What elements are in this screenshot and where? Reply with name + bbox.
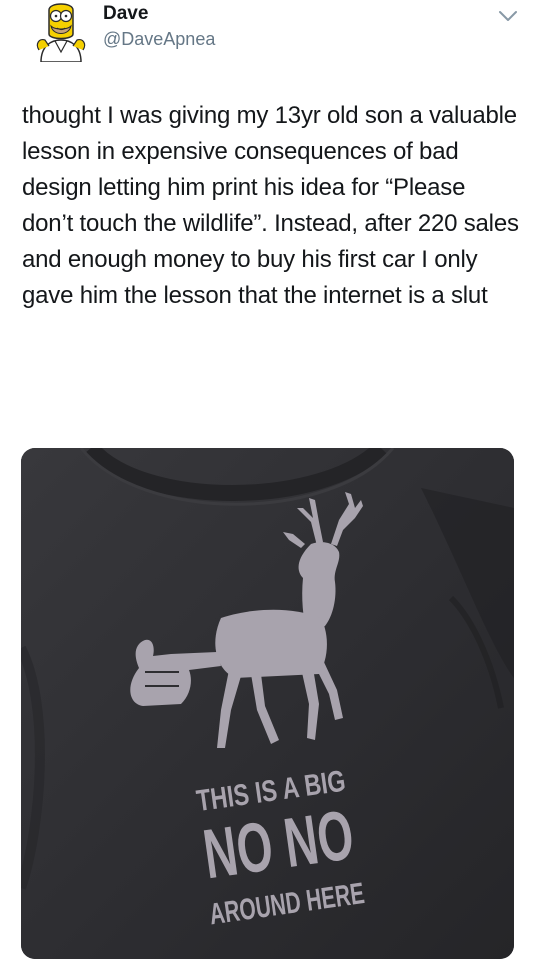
tweet-header: Dave @DaveApnea [0, 0, 540, 80]
user-handle[interactable]: @DaveApnea [103, 29, 215, 50]
cartoon-avatar-icon[interactable] [33, 0, 89, 63]
tweet-photo[interactable]: THIS IS A BIG NO NO AROUND HERE [21, 448, 514, 959]
display-name[interactable]: Dave [103, 3, 148, 25]
tweet-text: thought I was giving my 13yr old son a v… [22, 102, 519, 309]
chevron-down-icon[interactable] [496, 6, 520, 26]
